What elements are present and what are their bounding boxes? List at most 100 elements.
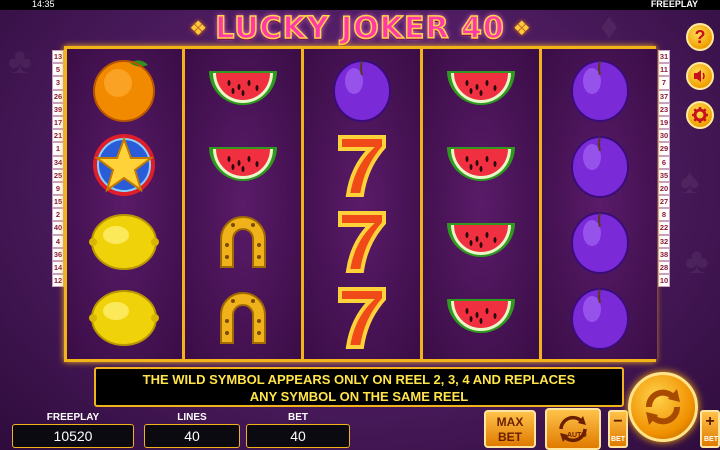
line-number-right-8[interactable]: 8 bbox=[658, 208, 670, 222]
horseshoe-symbol bbox=[203, 205, 283, 277]
line-number-left-40[interactable]: 40 bbox=[52, 221, 64, 235]
line-number-left-25[interactable]: 25 bbox=[52, 168, 64, 182]
title-text: LUCKY JOKER 40 bbox=[214, 10, 505, 47]
sound-button[interactable] bbox=[686, 62, 714, 90]
line-number-left-2[interactable]: 2 bbox=[52, 208, 64, 222]
line-number-right-22[interactable]: 22 bbox=[658, 221, 670, 235]
line-number-right-38[interactable]: 38 bbox=[658, 247, 670, 261]
line-number-left-21[interactable]: 21 bbox=[52, 129, 64, 143]
line-number-left-14[interactable]: 14 bbox=[52, 261, 64, 275]
line-number-right-20[interactable]: 20 bbox=[658, 181, 670, 196]
info-line-2: ANY SYMBOL ON THE SAME REEL bbox=[249, 389, 469, 404]
line-number-right-37[interactable]: 37 bbox=[658, 89, 670, 103]
watermelon-symbol bbox=[203, 129, 283, 201]
lemon-symbol bbox=[84, 281, 164, 353]
line-number-right-35[interactable]: 35 bbox=[658, 168, 670, 182]
reel-5 bbox=[543, 49, 657, 359]
game-title: ❖ LUCKY JOKER 40 ❖ bbox=[185, 9, 535, 47]
bet-minus-label: BET bbox=[611, 436, 625, 443]
line-number-left-9[interactable]: 9 bbox=[52, 181, 64, 196]
right-line-numbers: 31 11 7 37 23 19 30 29 6 35 20 27 8 22 32 38 28 10 bbox=[658, 50, 670, 288]
line-number-right-7[interactable]: 7 bbox=[658, 76, 670, 90]
auto-label: AUTO bbox=[567, 432, 587, 439]
plus-icon: + bbox=[705, 413, 715, 430]
plum-symbol bbox=[560, 205, 640, 277]
ornament-icon: ❖ bbox=[189, 17, 208, 40]
freeplay-label: FREEPLAY bbox=[46, 412, 100, 423]
reel-separator bbox=[182, 49, 185, 359]
plum-symbol bbox=[560, 281, 640, 353]
info-line-1: THE WILD SYMBOL APPEARS ONLY ON REEL 2, … bbox=[142, 372, 576, 387]
line-number-left-36[interactable]: 36 bbox=[52, 247, 64, 261]
line-number-right-29[interactable]: 29 bbox=[658, 142, 670, 156]
watermelon-symbol bbox=[203, 53, 283, 125]
plum-symbol bbox=[322, 53, 402, 125]
line-number-left-39[interactable]: 39 bbox=[52, 102, 64, 116]
reel-3 bbox=[305, 49, 419, 359]
speaker-icon bbox=[694, 70, 705, 82]
reel-separator bbox=[301, 49, 304, 359]
line-number-left-3[interactable]: 3 bbox=[52, 76, 64, 90]
reels-frame bbox=[64, 46, 657, 362]
line-number-right-19[interactable]: 19 bbox=[658, 115, 670, 130]
line-number-left-15[interactable]: 15 bbox=[52, 195, 64, 209]
line-number-right-11[interactable]: 11 bbox=[658, 63, 670, 77]
line-number-right-31[interactable]: 31 bbox=[658, 50, 670, 64]
line-number-left-34[interactable]: 34 bbox=[52, 155, 64, 169]
max-bet-label: MAX BET bbox=[496, 415, 524, 444]
seven-symbol bbox=[322, 281, 402, 353]
line-number-right-32[interactable]: 32 bbox=[658, 234, 670, 248]
reel-4 bbox=[424, 49, 538, 359]
watermelon-symbol bbox=[441, 53, 521, 125]
line-number-left-12[interactable]: 12 bbox=[52, 274, 64, 288]
auto-button[interactable]: AUTO bbox=[545, 408, 601, 450]
line-number-right-27[interactable]: 27 bbox=[658, 195, 670, 209]
horseshoe-symbol bbox=[203, 281, 283, 353]
line-number-right-28[interactable]: 28 bbox=[658, 261, 670, 275]
lines-value: 40 bbox=[144, 424, 240, 448]
line-number-right-30[interactable]: 30 bbox=[658, 129, 670, 143]
line-number-left-1[interactable]: 1 bbox=[52, 142, 64, 156]
watermelon-symbol bbox=[441, 129, 521, 201]
line-number-left-5[interactable]: 5 bbox=[52, 63, 64, 77]
spade-decoration: ♠ bbox=[680, 160, 700, 201]
bet-label: BET bbox=[288, 412, 308, 423]
lemon-symbol bbox=[84, 205, 164, 277]
seven-symbol bbox=[322, 205, 402, 277]
max-bet-button[interactable]: MAX BET bbox=[484, 410, 536, 448]
line-number-left-4[interactable]: 4 bbox=[52, 234, 64, 248]
autoplay-icon bbox=[559, 415, 587, 443]
line-number-right-10[interactable]: 10 bbox=[658, 274, 670, 288]
clock: 14:35 bbox=[32, 0, 55, 9]
plum-symbol bbox=[560, 129, 640, 201]
info-banner: THE WILD SYMBOL APPEARS ONLY ON REEL 2, … bbox=[94, 367, 624, 407]
reel-separator bbox=[420, 49, 423, 359]
bet-value: 40 bbox=[246, 424, 350, 448]
line-number-right-23[interactable]: 23 bbox=[658, 102, 670, 116]
freeplay-balance: 10520 bbox=[12, 424, 134, 448]
line-number-right-6[interactable]: 6 bbox=[658, 155, 670, 169]
mode-label: FREEPLAY bbox=[650, 0, 698, 9]
help-button[interactable]: ? bbox=[686, 23, 714, 51]
line-number-left-13[interactable]: 13 bbox=[52, 50, 64, 64]
left-line-numbers: 13 5 3 26 39 17 21 1 34 25 9 15 2 40 4 36 14 12 bbox=[52, 50, 64, 288]
spin-button[interactable] bbox=[628, 372, 698, 442]
watermelon-symbol bbox=[441, 281, 521, 353]
line-number-left-17[interactable]: 17 bbox=[52, 115, 64, 130]
spin-icon bbox=[646, 389, 680, 425]
diamond-decoration: ♦ bbox=[600, 5, 619, 46]
settings-button[interactable] bbox=[686, 101, 714, 129]
club-decoration: ♣ bbox=[8, 40, 32, 81]
line-number-left-26[interactable]: 26 bbox=[52, 89, 64, 103]
ornament-icon: ❖ bbox=[512, 17, 531, 40]
star-symbol bbox=[84, 129, 164, 201]
help-label: ? bbox=[694, 26, 706, 47]
bet-plus-label: BET bbox=[704, 436, 718, 443]
lines-label: LINES bbox=[177, 412, 207, 423]
orange-symbol bbox=[84, 53, 164, 125]
club-decoration: ♣ bbox=[685, 240, 709, 281]
reel-separator bbox=[539, 49, 542, 359]
watermelon-symbol bbox=[441, 205, 521, 277]
minus-icon: − bbox=[613, 413, 623, 430]
seven-symbol bbox=[322, 129, 402, 201]
